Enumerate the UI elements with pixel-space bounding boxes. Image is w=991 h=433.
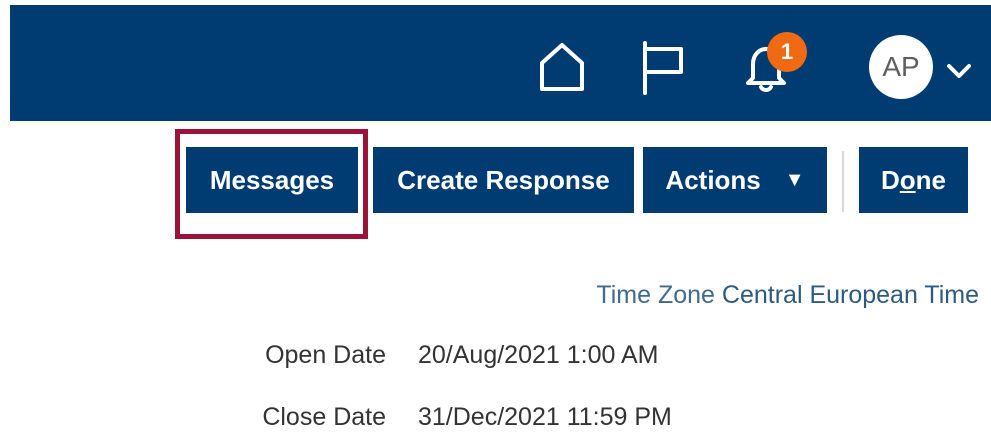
open-date-value: 20/Aug/2021 1:00 AM (418, 341, 659, 369)
close-date-value: 31/Dec/2021 11:59 PM (418, 403, 672, 431)
toolbar-separator (842, 151, 844, 212)
chevron-down-icon[interactable] (942, 54, 976, 88)
notification-badge: 1 (767, 32, 807, 72)
actions-menu-button[interactable]: Actions ▼ (643, 147, 827, 213)
flag-icon[interactable] (635, 39, 691, 95)
messages-button[interactable]: Messages (186, 147, 358, 213)
dropdown-arrow-icon: ▼ (784, 169, 805, 191)
home-icon[interactable] (534, 39, 590, 95)
close-date-label: Close Date (262, 403, 386, 431)
page: 1 AP Messages Create Response Actions ▼ D… (0, 0, 991, 433)
global-header: 1 AP (10, 5, 991, 121)
actions-label: Actions (665, 165, 761, 195)
open-date-label: Open Date (265, 341, 386, 369)
done-label-end: ne (915, 165, 946, 195)
create-response-button[interactable]: Create Response (373, 147, 634, 213)
time-zone-label: Time Zone (596, 281, 715, 309)
avatar[interactable]: AP (869, 35, 933, 99)
done-label-accesskey: o (899, 165, 916, 195)
done-label-start: D (880, 165, 900, 195)
done-button[interactable]: Done (859, 147, 968, 213)
time-zone-info: Time Zone Central European Time (0, 280, 979, 310)
time-zone-value: Central European Time (721, 281, 979, 309)
